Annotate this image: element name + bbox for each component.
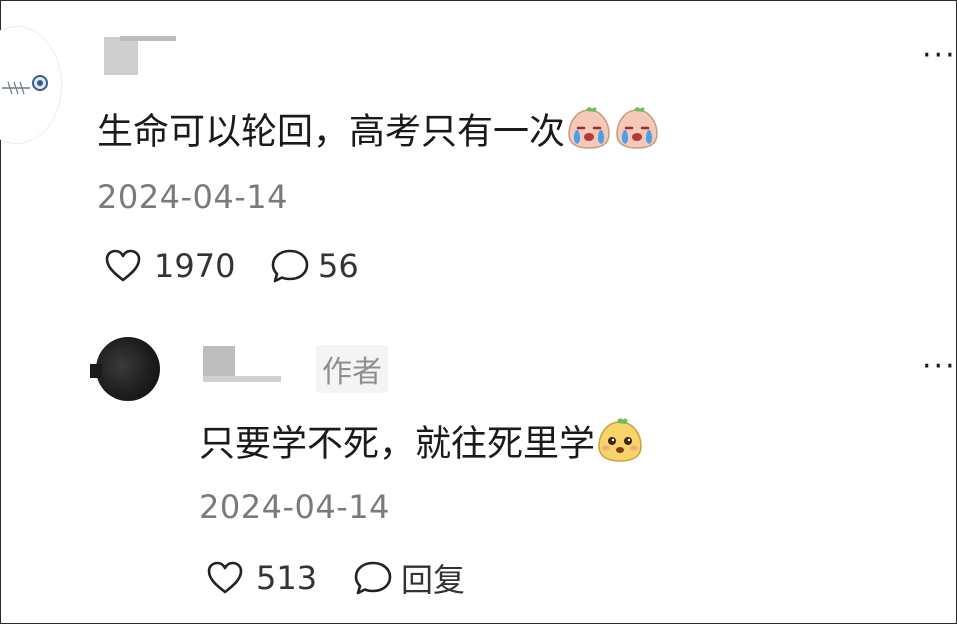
more-options-icon[interactable]: ··· [922, 349, 957, 384]
comment-bubble-icon [354, 561, 392, 595]
username-blurred [120, 36, 176, 41]
comment-text: 只要学不死，就往死里学 [199, 416, 645, 475]
more-options-icon[interactable]: ··· [922, 38, 957, 73]
like-count: 513 [256, 559, 318, 597]
reply-button[interactable]: 回复 [353, 558, 466, 599]
avatar[interactable] [96, 337, 160, 401]
username-blurred[interactable] [203, 346, 235, 380]
heart-icon [207, 561, 243, 594]
avatar-edge [90, 364, 102, 378]
like-button[interactable]: 1970 [104, 246, 235, 286]
username-blurred [203, 376, 281, 382]
reply-label: 回复 [401, 561, 466, 599]
crying-face-icon [613, 106, 661, 161]
reply-button[interactable]: 56 [270, 246, 359, 286]
comment-text: 生命可以轮回，高考只有一次 [97, 106, 661, 161]
screenshot-frame [0, 0, 957, 624]
crying-face-icon [565, 106, 613, 161]
comment-date: 2024-04-14 [97, 178, 288, 216]
username-blurred[interactable] [104, 37, 138, 75]
heart-icon [105, 249, 141, 282]
author-badge: 作者 [316, 345, 388, 393]
comment-bubble-icon [271, 249, 309, 283]
smug-face-icon [595, 416, 645, 475]
comment-date: 2024-04-14 [199, 488, 390, 526]
reply-count: 56 [318, 247, 359, 285]
like-count: 1970 [154, 247, 236, 285]
like-button[interactable]: 513 [206, 558, 317, 598]
